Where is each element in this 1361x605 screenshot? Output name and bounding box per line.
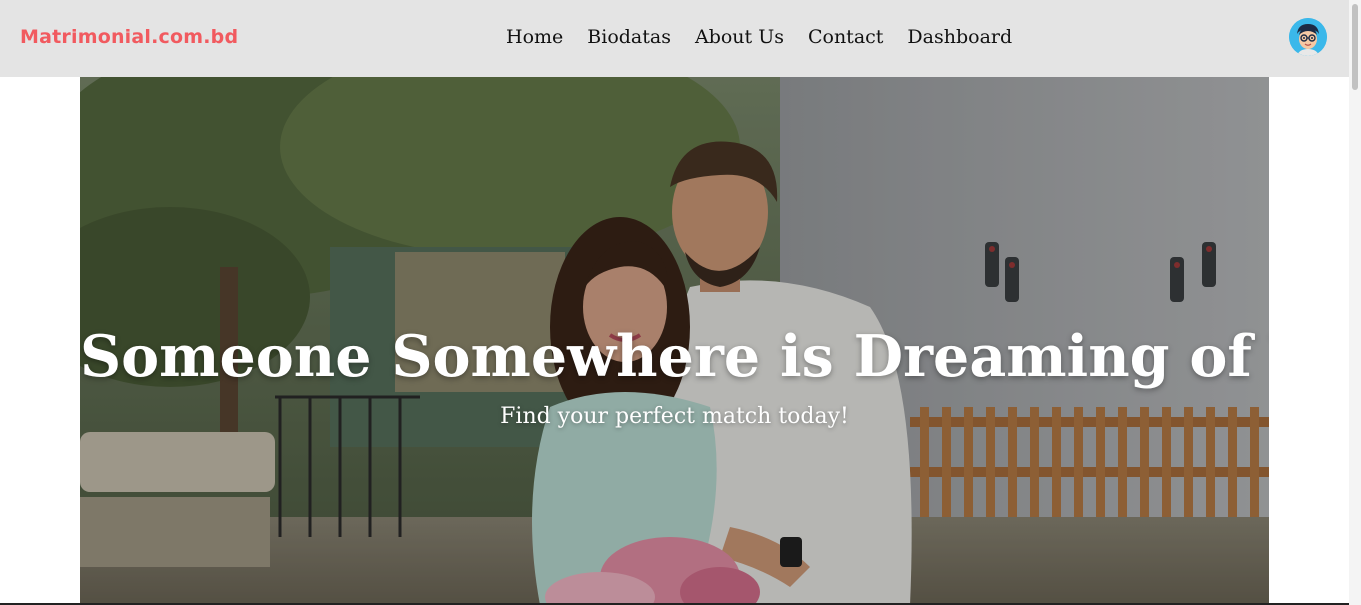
nav-link-biodatas[interactable]: Biodatas: [587, 26, 671, 48]
navbar: Matrimonial.com.bd Home Biodatas About U…: [0, 0, 1349, 77]
nav-link-contact[interactable]: Contact: [808, 26, 883, 48]
hero-subtitle: Find your perfect match today!: [500, 404, 849, 429]
nav-link-home[interactable]: Home: [506, 26, 563, 48]
scrollbar-thumb[interactable]: [1352, 4, 1358, 90]
avatar-illustration: [1289, 18, 1327, 56]
nav-link-about-us[interactable]: About Us: [695, 26, 784, 48]
nav-links: Home Biodatas About Us Contact Dashboard: [506, 26, 1012, 48]
hero-section: Someone Somewhere is Dreaming of You Fin…: [80, 77, 1269, 605]
page-scrollbar[interactable]: [1349, 0, 1361, 605]
nav-link-dashboard[interactable]: Dashboard: [907, 26, 1012, 48]
user-avatar-icon[interactable]: [1289, 18, 1327, 56]
hero-title: Someone Somewhere is Dreaming of You: [80, 323, 1269, 390]
brand-logo[interactable]: Matrimonial.com.bd: [20, 26, 238, 48]
